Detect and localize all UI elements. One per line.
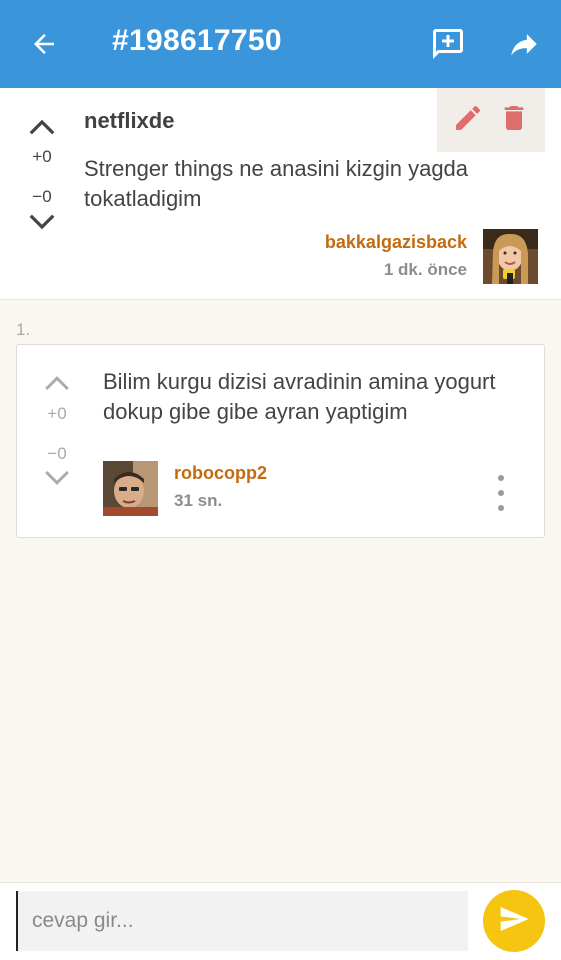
reply-input[interactable] [16,891,468,951]
pencil-icon[interactable] [452,102,484,139]
entry-id-title: #198617750 [112,24,282,57]
entry-vote-column: +0 −0 [22,114,62,240]
entry-body: Strenger things ne anasini kizgin yagda … [84,156,469,211]
entry-card: +0 −0 netflixde Strenger things ne anasi… [0,88,561,300]
downvote-chevron-down-icon[interactable] [22,209,62,240]
comment-card: +0 −0 Bilim kurgu dizisi avradinin amina… [16,344,545,538]
entry-tools [437,88,545,152]
avatar[interactable] [483,229,538,284]
downvote-count: −0 [47,444,67,463]
comment-time: 31 sn. [174,491,223,510]
reply-bar [0,882,561,960]
comment-body: Bilim kurgu dizisi avradinin amina yogur… [103,369,496,424]
avatar[interactable] [103,461,158,516]
topic-title[interactable]: netflixde [84,108,174,134]
entry-author[interactable]: bakkalgazisback [325,232,467,253]
upvote-count: +0 [32,147,52,166]
comment-add-icon[interactable] [428,24,468,64]
more-vertical-icon[interactable] [491,475,511,511]
upvote-count: +0 [47,404,67,423]
send-icon [498,903,530,940]
comment-index: 1. [16,320,31,339]
send-button[interactable] [483,890,545,952]
upvote-chevron-up-icon[interactable] [37,371,77,400]
upvote-chevron-up-icon[interactable] [22,114,62,145]
app-bar: #198617750 [0,0,561,88]
comment-vote-column: +0 −0 [37,371,77,495]
trash-icon[interactable] [498,102,530,139]
arrow-left-icon[interactable] [26,26,62,62]
comment-author[interactable]: robocopp2 [174,463,267,484]
share-icon[interactable] [504,24,544,64]
entry-time: 1 dk. önce [383,260,467,279]
downvote-chevron-down-icon[interactable] [37,466,77,495]
downvote-count: −0 [32,187,52,206]
